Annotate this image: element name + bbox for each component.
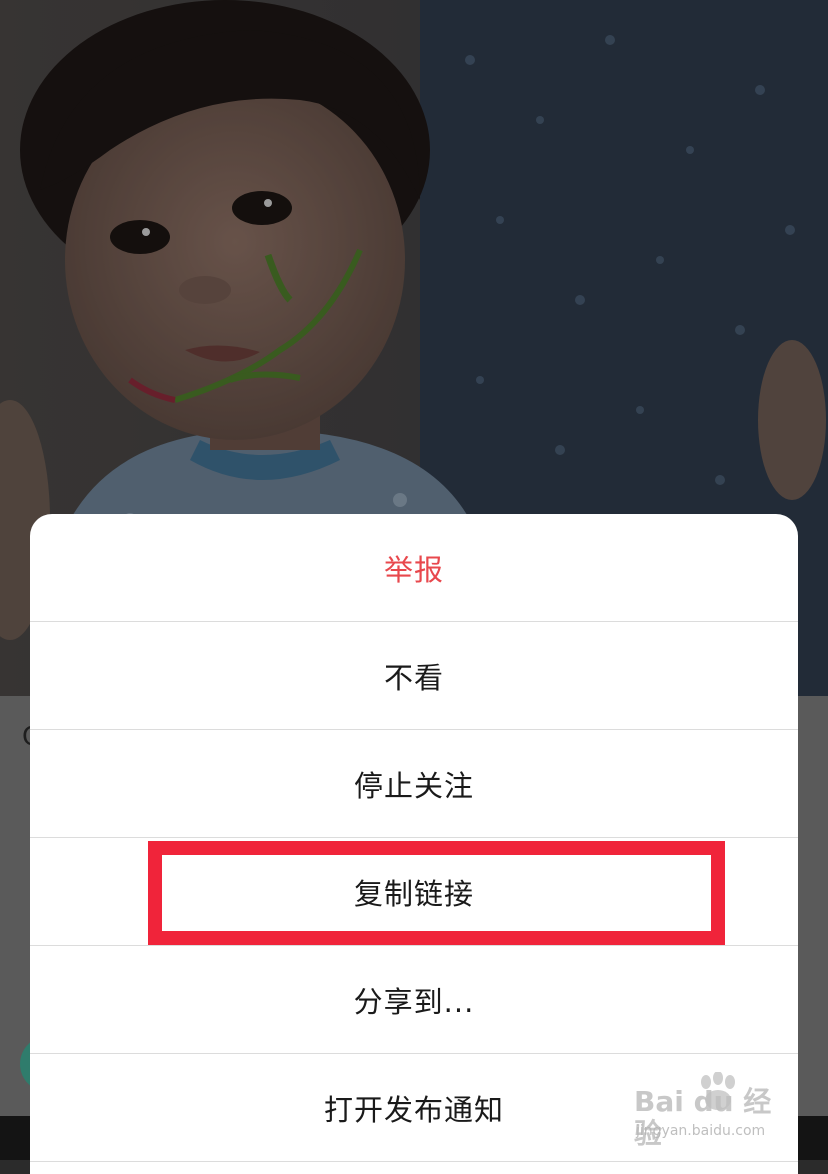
hide-post-button[interactable]: 不看 [30,622,798,730]
unfollow-button[interactable]: 停止关注 [30,730,798,838]
action-sheet: 举报 不看 停止关注 复制链接 分享到... 打开发布通知 [30,514,798,1174]
unfollow-label: 停止关注 [353,768,474,803]
copy-link-button[interactable]: 复制链接 [30,838,798,946]
report-button[interactable]: 举报 [30,514,798,622]
report-label: 举报 [383,552,444,587]
copy-link-label: 复制链接 [353,876,474,911]
share-to-button[interactable]: 分享到... [30,946,798,1054]
turn-on-post-notifications-button[interactable]: 打开发布通知 [30,1054,798,1162]
turn-on-post-notifications-label: 打开发布通知 [323,1092,504,1127]
hide-post-label: 不看 [383,660,444,695]
share-to-label: 分享到... [353,984,475,1019]
